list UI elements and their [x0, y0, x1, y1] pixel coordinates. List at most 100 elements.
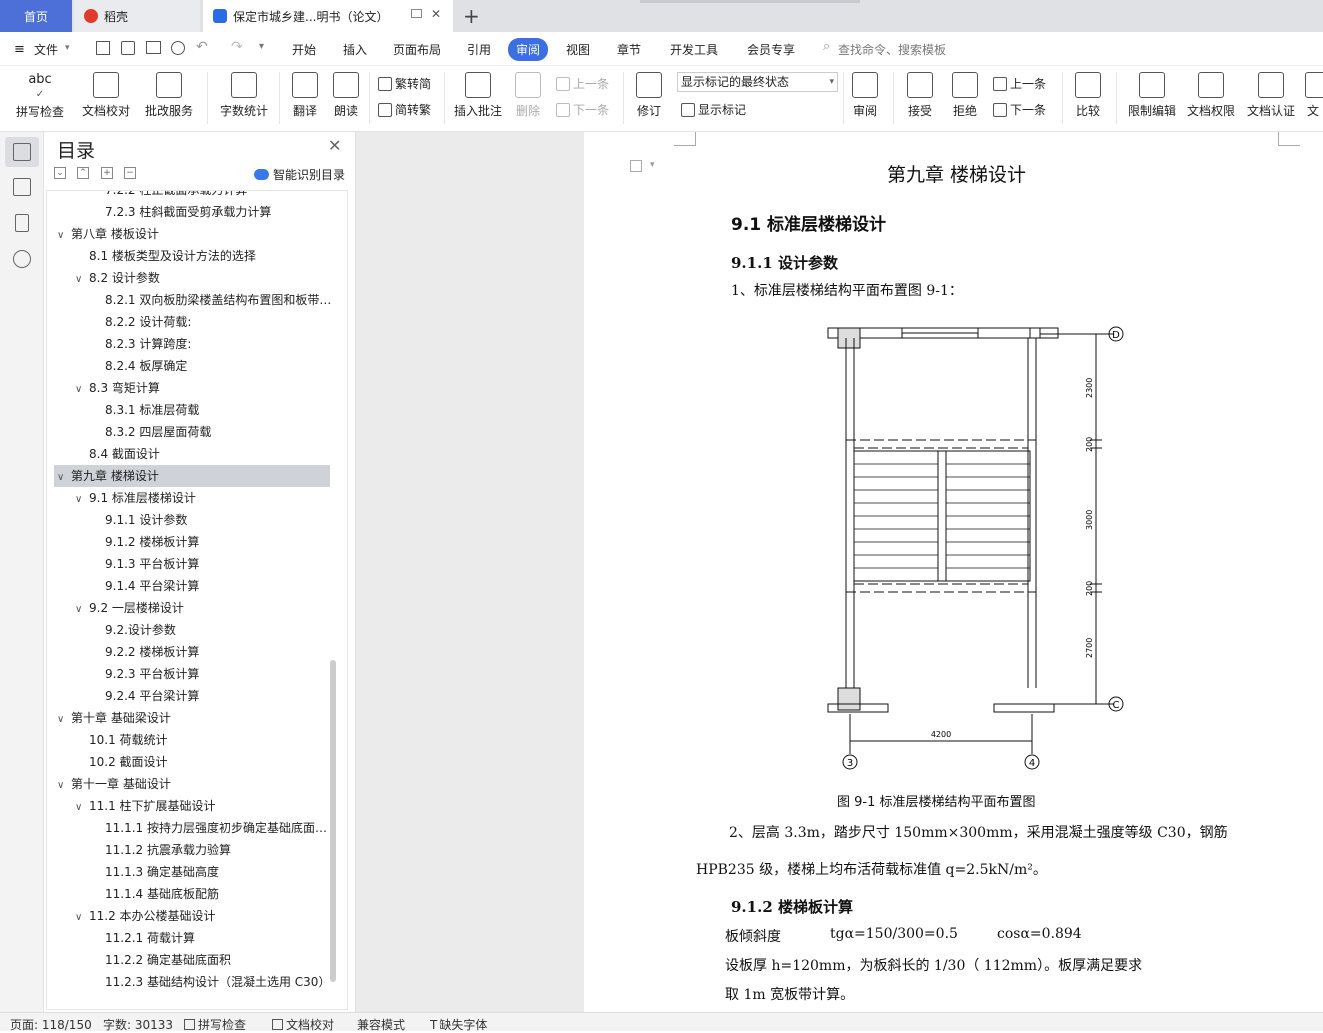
chevron-down-icon[interactable]: ∨ [57, 775, 71, 795]
spell-check-status[interactable]: 拼写检查 [184, 1016, 246, 1033]
chevron-down-icon[interactable]: ∨ [75, 797, 89, 817]
doc-proof-status[interactable]: 文档校对 [272, 1016, 334, 1033]
toc-item[interactable]: 10.2 截面设计 [47, 751, 332, 773]
markup-state-select[interactable]: 显示标记的最终状态 ▾ [677, 72, 838, 92]
word-count-indicator[interactable]: 字数: 30133 [103, 1016, 173, 1033]
translate-button[interactable]: 翻译 [285, 66, 325, 119]
command-search[interactable]: 查找命令、搜索模板 [838, 41, 946, 58]
toc-item[interactable]: 8.1 楼板类型及设计方法的选择 [47, 245, 332, 267]
toc-item[interactable]: ∨ 9.2 一层楼梯设计 [47, 597, 332, 619]
prev-comment-button[interactable]: 上一条 [556, 75, 609, 92]
more-ribbon-button[interactable]: 文 [1303, 66, 1323, 119]
spell-check-button[interactable]: abc ✓ 拼写检查 [8, 66, 72, 120]
tab-document[interactable]: 保定市城乡建...明书（论文） ✕ [203, 0, 453, 32]
toc-item[interactable]: ∨ 11.2 本办公楼基础设计 [47, 905, 332, 927]
page-layout-icon[interactable] [630, 160, 642, 172]
hamburger-icon[interactable]: ≡ [14, 42, 25, 57]
window-icon[interactable] [411, 9, 422, 18]
menu-member[interactable]: 会员专享 [747, 41, 795, 58]
toc-item[interactable]: 9.1.2 楼梯板计算 [47, 531, 332, 553]
toc-item[interactable]: ∨ 第十章 基础梁设计 [47, 707, 332, 729]
toc-item[interactable]: 10.1 荷载统计 [47, 729, 332, 751]
toc-item[interactable]: 9.2.设计参数 [47, 619, 332, 641]
revise-button[interactable]: 修订 [629, 66, 669, 119]
delete-comment-button[interactable]: 删除 [510, 66, 546, 119]
doc-cert-button[interactable]: 文档认证 [1243, 66, 1299, 119]
toc-item[interactable]: 9.1.3 平台板计算 [47, 553, 332, 575]
menu-insert[interactable]: 插入 [343, 41, 367, 58]
remove-level-icon[interactable]: − [124, 167, 136, 179]
toc-item[interactable]: 8.2.4 板厚确定 [47, 355, 332, 377]
toc-item[interactable]: ∨ 11.1 柱下扩展基础设计 [47, 795, 332, 817]
prev-change-button[interactable]: 上一条 [993, 75, 1046, 92]
toc-item[interactable]: ∨ 8.2 设计参数 [47, 267, 332, 289]
print-preview-icon[interactable] [171, 41, 185, 55]
chevron-down-icon[interactable]: ∨ [75, 379, 89, 399]
chevron-down-icon[interactable]: ∨ [57, 467, 71, 487]
menu-dev-tools[interactable]: 开发工具 [670, 41, 718, 58]
save-icon[interactable] [96, 41, 110, 55]
smart-toc-button[interactable]: 智能识别目录 [254, 166, 345, 183]
chevron-down-icon[interactable]: ∨ [75, 489, 89, 509]
reject-button[interactable]: 拒绝 [947, 66, 983, 119]
chevron-down-icon[interactable]: ∨ [75, 907, 89, 927]
search-icon[interactable] [13, 250, 31, 268]
accept-button[interactable]: 接受 [902, 66, 938, 119]
trad-to-simp-button[interactable]: 繁转简 [378, 75, 431, 92]
print-icon[interactable] [146, 41, 161, 54]
toc-item[interactable]: 8.4 截面设计 [47, 443, 332, 465]
close-tab-icon[interactable]: ✕ [431, 7, 441, 21]
missing-font-button[interactable]: T 缺失字体 [430, 1016, 487, 1033]
expand-up-icon[interactable]: ⌃ [77, 167, 89, 179]
read-aloud-button[interactable]: 朗读 [329, 66, 363, 119]
chevron-down-icon[interactable]: ▾ [650, 160, 655, 170]
bookmark-icon[interactable] [15, 214, 29, 232]
toc-item[interactable]: ∨ 8.3 弯矩计算 [47, 377, 332, 399]
compare-button[interactable]: 比较 [1069, 66, 1107, 119]
toc-item[interactable]: ∨ 第十一章 基础设计 [47, 773, 332, 795]
undo-icon[interactable]: ↶ [196, 39, 208, 55]
menu-view[interactable]: 视图 [566, 41, 590, 58]
close-icon[interactable]: ✕ [328, 136, 341, 155]
add-level-icon[interactable]: + [101, 167, 113, 179]
doc-rights-button[interactable]: 文档权限 [1183, 66, 1239, 119]
menu-file[interactable]: 文件 [34, 41, 58, 58]
chevron-down-icon[interactable]: ∨ [75, 599, 89, 619]
page-indicator[interactable]: 页面: 118/150 [10, 1016, 92, 1033]
search-icon[interactable]: ⌕ [823, 39, 830, 54]
toc-item[interactable]: 11.1.3 确定基础高度 [47, 861, 332, 883]
toc-item[interactable]: 11.1.1 按持力层强度初步确定基础底面尺寸 [47, 817, 332, 839]
insert-comment-button[interactable]: 插入批注 [450, 66, 506, 119]
chevron-down-icon[interactable]: ∨ [57, 709, 71, 729]
tab-home[interactable]: 首页 [0, 0, 72, 32]
chapter-nav-icon[interactable] [13, 178, 31, 196]
toc-item[interactable]: 9.2.3 平台板计算 [47, 663, 332, 685]
export-icon[interactable] [121, 41, 135, 55]
tab-daoke[interactable]: 稻壳 [74, 0, 200, 32]
menu-review[interactable]: 审阅 [508, 38, 549, 61]
chevron-down-icon[interactable]: ∨ [57, 225, 71, 245]
toc-scrollbar[interactable] [330, 660, 336, 982]
toc-item[interactable]: 9.1.1 设计参数 [47, 509, 332, 531]
menu-chapter[interactable]: 章节 [617, 41, 641, 58]
toc-item[interactable]: 11.2.2 确定基础底面积 [47, 949, 332, 971]
menu-start[interactable]: 开始 [292, 41, 316, 58]
word-count-button[interactable]: 字数统计 [216, 66, 272, 119]
toc-item[interactable]: 11.2.3 基础结构设计（混凝土选用 C30） [47, 971, 332, 993]
toc-item[interactable]: 9.2.4 平台梁计算 [47, 685, 332, 707]
next-change-button[interactable]: 下一条 [993, 101, 1046, 118]
toc-item[interactable]: 8.2.3 计算跨度: [47, 333, 332, 355]
toc-item[interactable]: 7.2.2 柱正截面承载力计算 [47, 191, 332, 201]
toc-item[interactable]: 8.2.1 双向板肋梁楼盖结构布置图和板带划分 [47, 289, 332, 311]
toc-item[interactable]: 11.2.1 荷载计算 [47, 927, 332, 949]
toc-item[interactable]: 7.2.3 柱斜截面受剪承载力计算 [47, 201, 332, 223]
toc-item[interactable]: ∨ 第九章 楼梯设计 [54, 465, 330, 487]
toc-icon[interactable] [13, 143, 31, 161]
chevron-down-icon[interactable]: ∨ [75, 269, 89, 289]
new-tab-icon[interactable]: + [463, 4, 480, 28]
toc-item[interactable]: 8.3.1 标准层荷载 [47, 399, 332, 421]
menu-page-layout[interactable]: 页面布局 [393, 41, 441, 58]
restrict-edit-button[interactable]: 限制编辑 [1124, 66, 1180, 119]
review-pane-button[interactable]: 审阅 [847, 66, 883, 119]
chevron-down-icon[interactable]: ▾ [65, 43, 70, 53]
